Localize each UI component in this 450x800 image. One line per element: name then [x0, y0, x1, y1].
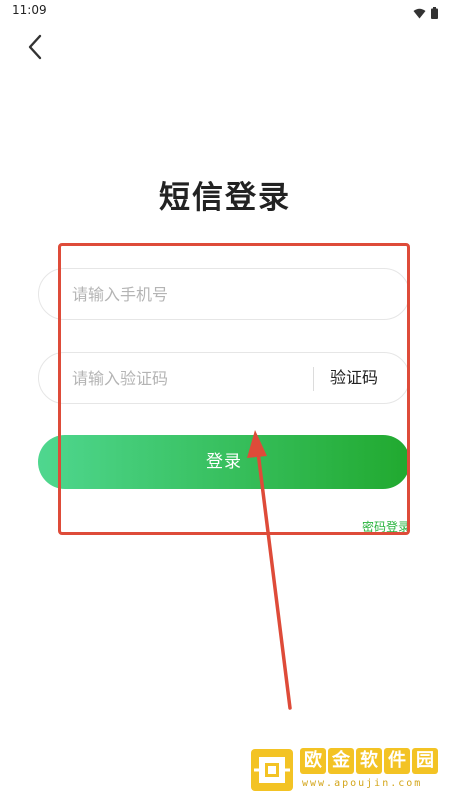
- watermark-char: 软: [356, 748, 382, 774]
- watermark-char: 金: [328, 748, 354, 774]
- watermark-char: 欧: [300, 748, 326, 774]
- status-time: 11:09: [12, 3, 47, 17]
- watermark-logo-icon: [251, 749, 293, 791]
- wifi-icon: [413, 4, 426, 23]
- watermark-url: www.apoujin.com: [302, 778, 423, 789]
- status-icons: [413, 4, 438, 23]
- annotation-highlight-box: [58, 243, 410, 535]
- battery-icon: [431, 4, 438, 23]
- watermark-char: 件: [384, 748, 410, 774]
- back-button[interactable]: [20, 34, 50, 64]
- watermark-text: 欧 金 软 件 园: [300, 748, 438, 774]
- status-bar: 11:09: [0, 0, 450, 22]
- chevron-left-icon: [27, 34, 43, 64]
- watermark-char: 园: [412, 748, 438, 774]
- watermark: 欧 金 软 件 园 www.apoujin.com: [250, 746, 446, 796]
- page-title: 短信登录: [159, 180, 291, 216]
